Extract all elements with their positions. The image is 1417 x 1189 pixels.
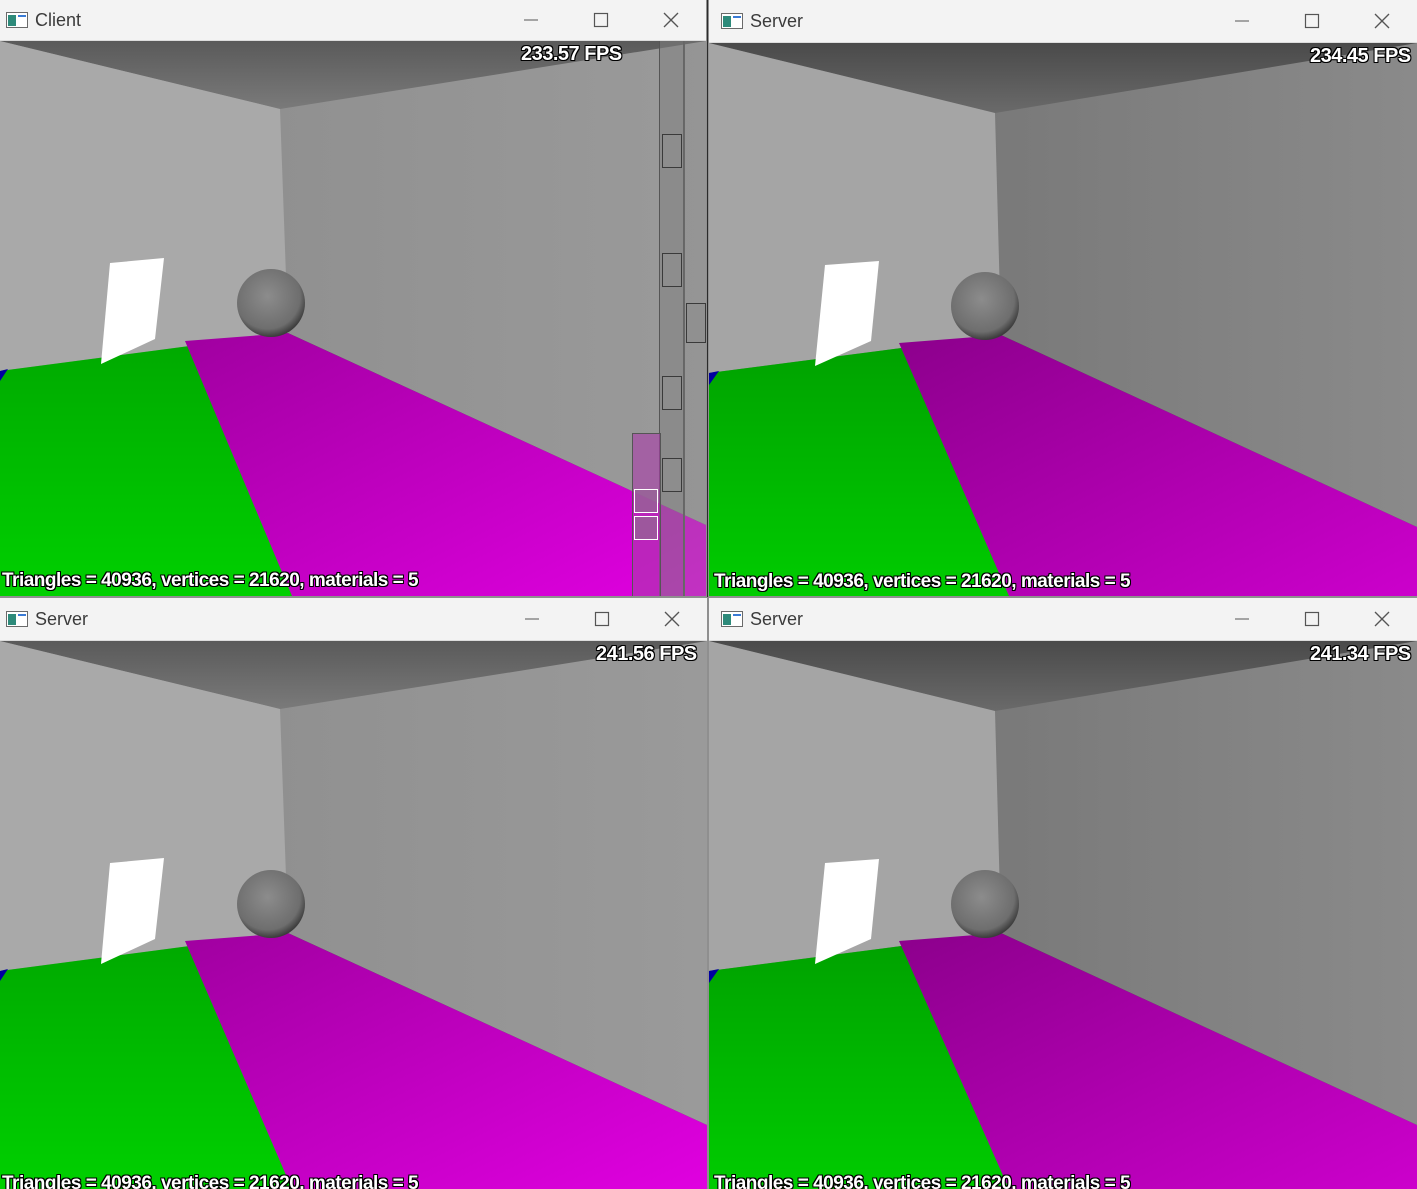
close-button[interactable] <box>1347 599 1417 639</box>
slider-thumb[interactable] <box>662 253 682 287</box>
maximize-button[interactable] <box>566 0 636 40</box>
render-viewport[interactable]: 241.56 FPS Triangles = 40936, vertices =… <box>0 641 707 1189</box>
window-title: Client <box>35 9 82 30</box>
close-button[interactable] <box>637 599 707 639</box>
title-bar[interactable]: Server <box>0 598 707 641</box>
maximize-button[interactable] <box>1277 1 1347 41</box>
maximize-icon <box>594 611 610 627</box>
overlay-slider-column[interactable] <box>632 433 661 596</box>
slider-thumb[interactable] <box>662 376 682 410</box>
title-bar[interactable]: Client <box>0 0 706 41</box>
minimize-icon <box>525 618 539 620</box>
scene-stats: Triangles = 40936, vertices = 21620, mat… <box>714 571 1131 592</box>
slider-thumb[interactable] <box>662 134 682 168</box>
render-viewport[interactable]: 234.45 FPS Triangles = 40936, vertices =… <box>709 43 1417 596</box>
close-icon <box>664 611 680 627</box>
maximize-button[interactable] <box>567 599 637 639</box>
slider-thumb[interactable] <box>686 303 706 343</box>
close-icon <box>1374 13 1390 29</box>
app-icon <box>721 611 743 627</box>
close-button[interactable] <box>636 0 706 40</box>
close-icon <box>1374 611 1390 627</box>
minimize-icon <box>524 19 538 21</box>
maximize-icon <box>1304 13 1320 29</box>
window-title: Server <box>750 608 804 629</box>
fps-counter: 234.45 FPS <box>1310 45 1411 67</box>
scene-stats: Triangles = 40936, vertices = 21620, mat… <box>714 1173 1131 1189</box>
minimize-icon <box>1235 618 1249 620</box>
app-icon <box>721 13 743 29</box>
server-window[interactable]: Server 241.34 FPS Triangles = 40936, ver… <box>709 598 1417 1189</box>
3d-scene <box>709 43 1417 596</box>
minimize-button[interactable] <box>497 599 567 639</box>
maximize-icon <box>1304 611 1320 627</box>
close-icon <box>663 12 679 28</box>
minimize-button[interactable] <box>1207 1 1277 41</box>
window-title: Server <box>750 10 804 31</box>
server-window[interactable]: Server 241.56 FPS Triangles = 40936, ver… <box>0 598 707 1189</box>
render-viewport[interactable]: 233.57 FPS Triangles = 40936, vertices =… <box>0 41 706 596</box>
client-window[interactable]: Client 233.57 FPS Triangles = 40936, ver… <box>0 0 706 596</box>
fps-counter: 241.56 FPS <box>596 643 697 665</box>
server-window[interactable]: Server 234.45 FPS Triangles = 40936, ver… <box>709 0 1417 596</box>
close-button[interactable] <box>1347 1 1417 41</box>
render-viewport[interactable]: 241.34 FPS Triangles = 40936, vertices =… <box>709 641 1417 1189</box>
title-bar[interactable]: Server <box>709 0 1417 43</box>
maximize-button[interactable] <box>1277 599 1347 639</box>
scene-stats: Triangles = 40936, vertices = 21620, mat… <box>2 570 419 591</box>
3d-scene <box>0 641 707 1189</box>
slider-thumb[interactable] <box>634 489 658 513</box>
overlay-slider-column[interactable] <box>683 41 706 596</box>
minimize-button[interactable] <box>496 0 566 40</box>
3d-scene <box>709 641 1417 1189</box>
3d-scene <box>0 41 706 596</box>
maximize-icon <box>593 12 609 28</box>
title-bar[interactable]: Server <box>709 598 1417 641</box>
slider-thumb[interactable] <box>634 516 658 540</box>
fps-counter: 241.34 FPS <box>1310 643 1411 665</box>
minimize-icon <box>1235 20 1249 22</box>
slider-thumb[interactable] <box>662 458 682 492</box>
app-icon <box>6 611 28 627</box>
window-title: Server <box>35 608 89 629</box>
minimize-button[interactable] <box>1207 599 1277 639</box>
overlay-slider-column[interactable] <box>659 41 685 596</box>
scene-stats: Triangles = 40936, vertices = 21620, mat… <box>2 1173 419 1189</box>
app-icon <box>6 12 28 28</box>
fps-counter: 233.57 FPS <box>521 43 622 65</box>
